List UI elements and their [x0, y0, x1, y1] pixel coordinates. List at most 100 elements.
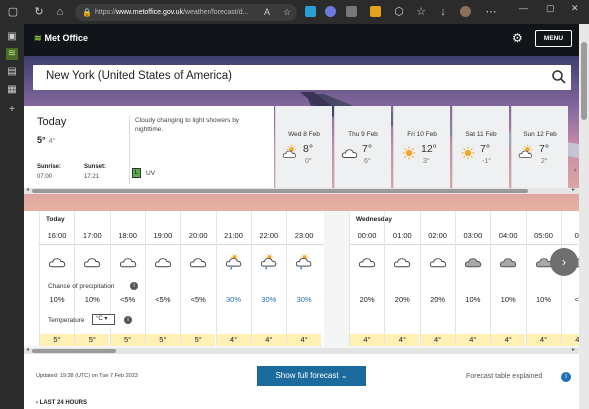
home-icon[interactable]: ⌂ [53, 5, 67, 19]
cloud-icon [429, 258, 446, 268]
more-icon[interactable]: ⋯ [484, 5, 498, 19]
lock-icon: 🔒 [82, 8, 92, 17]
hour-precipitation: 20% [394, 295, 410, 304]
url-domain: www.metoffice.gov.uk [116, 9, 184, 16]
sidebar-page-icon[interactable]: ▤ [6, 66, 18, 78]
forecast-footer: Updated: 19:38 (UTC) on Tue 7 Feb 2023 S… [24, 354, 579, 409]
precipitation-info-icon[interactable]: i [130, 282, 138, 290]
chevron-left-icon: ‹ [36, 400, 38, 406]
settings-gear-icon[interactable]: ⚙ [512, 32, 524, 44]
scrollbar-thumb[interactable] [32, 349, 116, 353]
sidebar-tab-icon[interactable]: ▣ [6, 31, 18, 43]
light-shower-icon [295, 254, 312, 270]
hour-temperature: 4° [420, 334, 455, 346]
hour-precipitation: 10% [535, 295, 551, 304]
page: ≋ Met Office ⚙ MENU New York (United Stat… [24, 24, 579, 409]
uv-badge: L [132, 168, 141, 178]
sidebar-add-icon[interactable]: + [6, 104, 18, 116]
temperature-unit-select[interactable]: °C ▾ [92, 314, 115, 325]
cloud-icon [358, 258, 376, 268]
maximize-icon[interactable]: ▢ [546, 3, 555, 14]
show-full-forecast-label: Show full forecast [275, 371, 339, 380]
extensions-icon[interactable]: ⬡ [392, 5, 406, 19]
sidebar-metoffice-icon[interactable]: ≋ [6, 48, 18, 60]
last-24-hours-toggle[interactable]: ‹ LAST 24 HOURS [36, 400, 87, 406]
day-tab-name: Fri 10 Feb [407, 131, 437, 138]
day-tab[interactable]: Fri 10 Feb 12° 3° [393, 106, 450, 188]
next-hours-button[interactable]: › [550, 248, 578, 276]
scroll-right-icon[interactable]: ▸ [572, 186, 575, 193]
day-tab[interactable]: Wed 8 Feb 8° 0° [275, 106, 332, 188]
chevron-left-icon[interactable]: ‹ [574, 165, 577, 174]
forecast-explained-link[interactable]: Forecast table explained [466, 373, 542, 380]
precipitation-label: Chance of precipitation [48, 283, 115, 290]
cloud-icon [48, 258, 66, 268]
hour-time: 06 [574, 231, 579, 240]
page-scrollbar-thumb[interactable] [581, 42, 587, 120]
favorites-icon[interactable]: ☆ [414, 5, 428, 19]
day-tabs-scrollbar[interactable]: ◂ ▸ [24, 186, 579, 194]
day-tab-name: Sun 12 Feb [523, 131, 557, 138]
hour-precipitation: 10% [500, 295, 516, 304]
search-input[interactable]: New York (United States of America) [46, 70, 232, 82]
hour-time: 18:00 [118, 231, 137, 240]
logo[interactable]: ≋ Met Office [34, 33, 88, 44]
refresh-icon[interactable]: ↻ [32, 5, 46, 19]
minimize-icon[interactable]: — [519, 3, 528, 13]
read-aloud-icon[interactable]: A [260, 5, 274, 19]
logo-mark-icon: ≋ [34, 33, 42, 43]
menu-button[interactable]: MENU [535, 30, 572, 47]
url-path: /weather/forecast/d... [183, 9, 249, 16]
day-tab-low: 0° [305, 158, 312, 165]
extension-icon[interactable] [305, 6, 316, 17]
hour-time: 05:00 [534, 231, 553, 240]
temperature-info-icon[interactable]: i [124, 316, 132, 324]
close-icon[interactable]: ✕ [571, 3, 579, 14]
hour-temperature: 4° [251, 334, 286, 346]
uv-label: UV [146, 170, 156, 177]
today-title: Today [37, 116, 67, 128]
day-tab[interactable]: Thu 9 Feb 7° 6° [334, 106, 391, 188]
scroll-right-icon[interactable]: ▸ [572, 346, 575, 353]
last-24-hours-label: LAST 24 HOURS [39, 400, 88, 406]
temperature-label: Temperature [48, 317, 85, 324]
cloud-icon [341, 149, 358, 158]
cloud-icon [190, 258, 207, 268]
hour-temperature: 4° [561, 334, 579, 346]
hour-column: 21:00 30% 4° [215, 211, 251, 346]
hour-column: 19:00 <5% 5° [144, 211, 180, 346]
scrollbar-thumb[interactable] [32, 189, 528, 193]
day-tab[interactable]: Sat 11 Feb 7° -1° [452, 106, 509, 188]
today-summary-card[interactable]: Today 5° 4° Cloudy changing to light show… [24, 106, 274, 188]
location-search[interactable]: New York (United States of America) [33, 65, 571, 90]
page-scrollbar[interactable] [579, 24, 589, 409]
info-icon[interactable]: i [561, 372, 571, 382]
scroll-left-icon[interactable]: ◂ [26, 346, 29, 353]
search-icon[interactable] [551, 69, 567, 85]
extension-icon[interactable] [325, 6, 336, 17]
hour-time: 01:00 [392, 231, 412, 240]
hour-time: 00:00 [357, 231, 377, 240]
extension-icon[interactable] [370, 6, 381, 17]
extension-icon[interactable] [346, 6, 357, 17]
show-full-forecast-button[interactable]: Show full forecast ⌄ [257, 366, 366, 386]
hour-time: 20:00 [188, 231, 208, 240]
tab-icon[interactable]: ▢ [6, 5, 20, 19]
hour-column: 18:00 <5% 5° [109, 211, 145, 346]
sidebar-app-icon[interactable]: ▦ [6, 84, 18, 96]
hour-temperature: 4° [287, 334, 322, 346]
hour-time: 19:00 [153, 231, 173, 240]
hour-column: 06 <5 4° [560, 211, 579, 346]
day-tab-high: 8° [303, 143, 314, 155]
downloads-icon[interactable]: ↓ [436, 5, 450, 19]
day-tab-name: Sat 11 Feb [465, 131, 497, 138]
day-tab[interactable]: Sun 12 Feb 7° 2° [511, 106, 568, 188]
day-tab-low: -1° [482, 158, 492, 165]
browser-toolbar: ▢ ↻ ⌂ 🔒 https://www.metoffice.gov.uk/wea… [0, 0, 589, 24]
scroll-left-icon[interactable]: ◂ [26, 186, 29, 193]
hour-temperature: 5° [110, 334, 145, 346]
profile-avatar-icon[interactable] [460, 6, 471, 17]
favorite-add-icon[interactable]: ☆ [280, 5, 294, 19]
hour-column: 00:00 20% 4° [349, 211, 384, 346]
hour-temperature: 4° [526, 334, 561, 346]
